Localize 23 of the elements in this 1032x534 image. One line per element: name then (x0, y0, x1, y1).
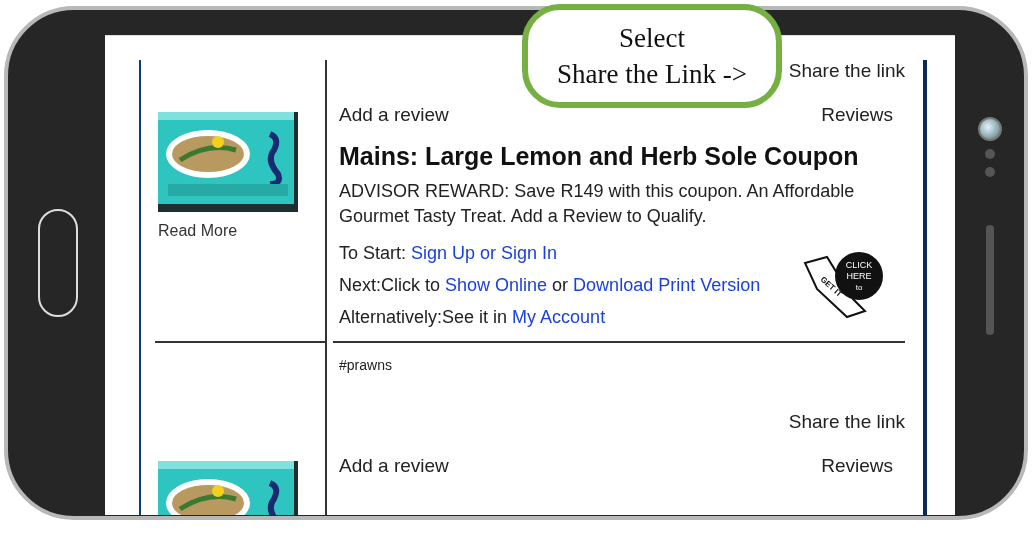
callout-text: Select (619, 22, 685, 55)
home-button[interactable] (37, 209, 78, 317)
coupon-title: Mains: Large Lemon and Herb Sole Coupon (339, 142, 860, 171)
step-link[interactable]: Show Online (445, 275, 548, 295)
sensor-icon (984, 149, 995, 159)
step-link[interactable]: My Account (512, 307, 606, 327)
step-text: Alternatively:See it in My Account (339, 306, 607, 329)
coupon-description: ADVISOR REWARD: Save R149 with this coupon. An Affordable Gourmet Tasty Treat. Add a Review to Qualify. (339, 180, 856, 228)
reviews-link[interactable]: Reviews (821, 455, 893, 477)
camera-icon (977, 117, 1002, 141)
callout-text: Share the Link -> (557, 58, 747, 91)
add-review-link[interactable]: Add a review (339, 455, 449, 477)
sensor-icon (984, 167, 995, 177)
step-text: Next:Click to Show Online or Download Print Version (339, 274, 761, 297)
step-link[interactable]: Download Print Version (573, 275, 761, 295)
tag-text: #prawns (339, 357, 393, 373)
share-link[interactable]: Share the link (788, 60, 905, 82)
read-more-link[interactable]: Read More (158, 222, 238, 240)
step-text: To Start: Sign Up or Sign In (339, 242, 559, 265)
add-review-link[interactable]: Add a review (339, 104, 449, 126)
reviews-link[interactable]: Reviews (821, 104, 893, 126)
share-link[interactable]: Share the link (788, 411, 905, 433)
step-link[interactable]: Sign Up or Sign In (411, 243, 558, 263)
